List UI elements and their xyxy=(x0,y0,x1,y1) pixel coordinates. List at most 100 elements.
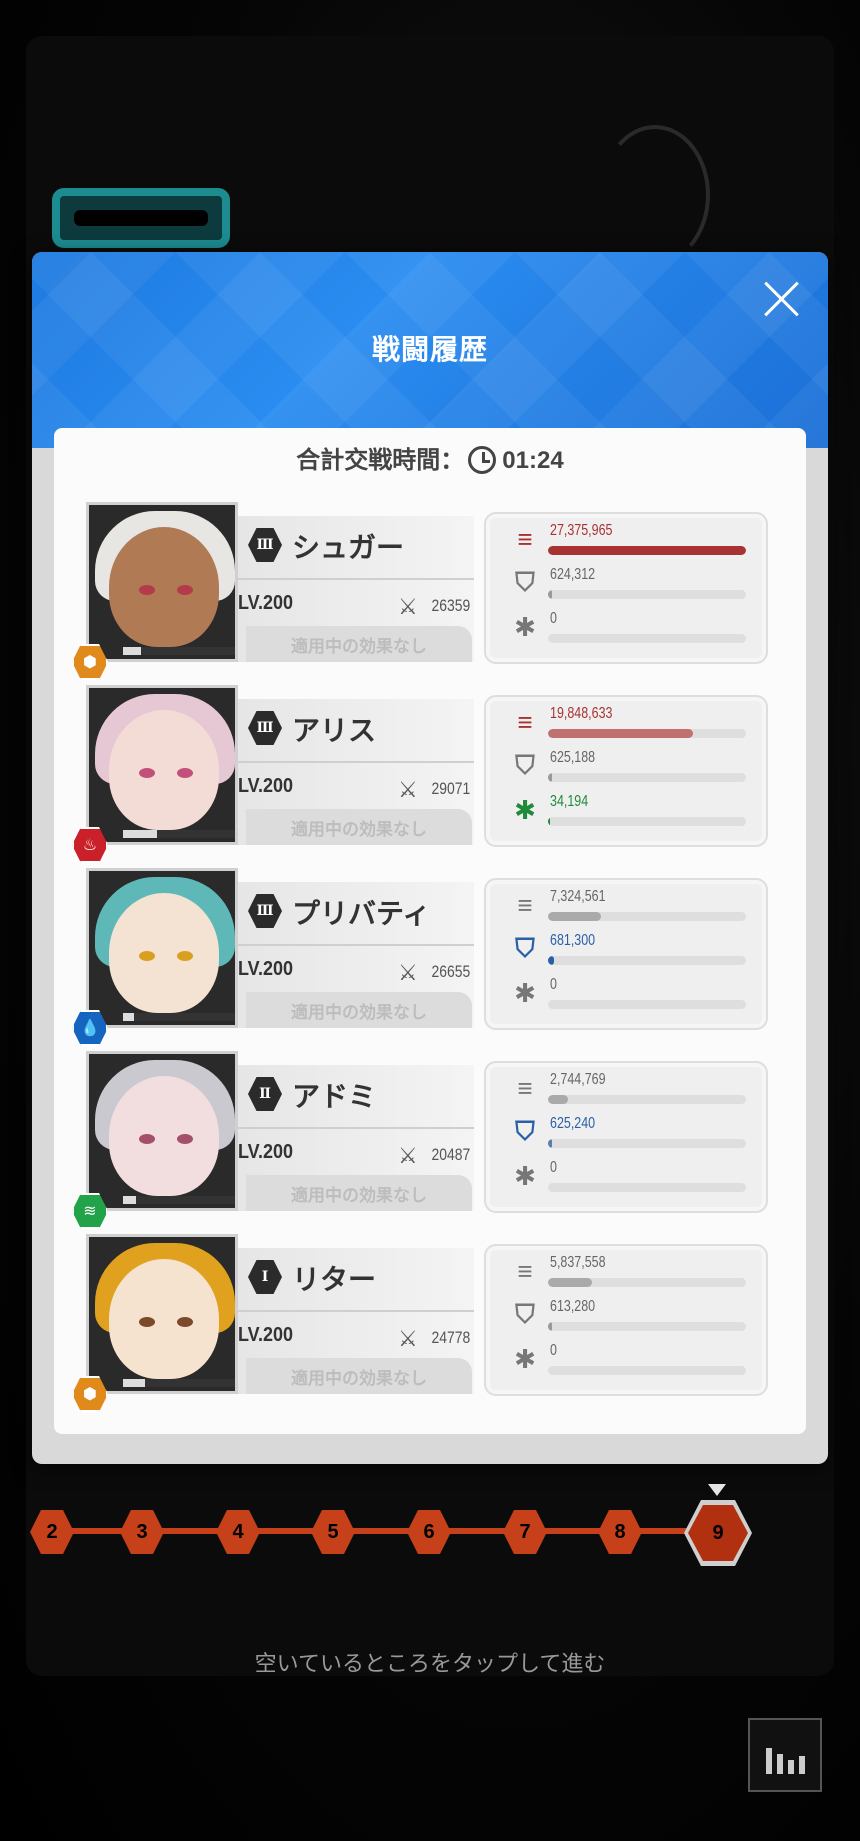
heal-asterisk-icon: ✱ xyxy=(514,1160,536,1191)
close-icon[interactable] xyxy=(760,278,802,320)
damage-value: 5,837,558 xyxy=(550,1254,606,1271)
character-info: Ⅱ アドミ LV.200 ⚔ 20487 適用中の効果なし xyxy=(238,1065,474,1211)
background-teal-tag xyxy=(52,188,230,248)
burst-badge: Ⅲ xyxy=(248,528,282,562)
tap-to-continue-hint: 空いているところをタップして進む xyxy=(254,1651,606,1676)
effect-status: 適用中の効果なし xyxy=(246,1175,472,1211)
character-row[interactable]: ⬢ Ⅰ リター LV.200 ⚔ 24778 適用中の効果なし ≡ 5,837,… xyxy=(72,1234,776,1412)
damage-bar xyxy=(548,912,746,921)
character-portrait xyxy=(86,1051,238,1211)
burst-badge: Ⅲ xyxy=(248,711,282,745)
heal-value: 34,194 xyxy=(550,793,589,810)
portrait-eye xyxy=(177,768,193,778)
portrait-face xyxy=(109,1076,219,1196)
portrait-eye xyxy=(177,951,193,961)
clock-icon xyxy=(468,446,497,474)
character-stats: ≡ 19,848,633 ⛉ 625,188 ✱ 34,194 xyxy=(484,695,768,847)
portrait-hp-bar xyxy=(123,830,235,838)
damage-taken-value: 625,188 xyxy=(550,749,596,766)
heal-asterisk-icon: ✱ xyxy=(514,611,536,642)
shield-icon: ⛉ xyxy=(515,933,535,963)
character-row[interactable]: 💧 Ⅲ プリバティ LV.200 ⚔ 26655 適用中の効果なし ≡ 7,32… xyxy=(72,868,776,1046)
character-stats: ≡ 2,744,769 ⛉ 625,240 ✱ 0 xyxy=(484,1061,768,1213)
heal-bar xyxy=(548,634,746,643)
portrait-hp-bar xyxy=(123,1013,235,1021)
portrait-face xyxy=(109,710,219,830)
bullets-icon: ≡ xyxy=(517,889,533,920)
character-name: リター xyxy=(292,1264,377,1295)
damage-taken-value: 613,280 xyxy=(550,1298,596,1315)
shield-icon: ⛉ xyxy=(515,750,535,780)
damage-dealt-stat: ≡ 19,848,633 xyxy=(510,705,760,745)
damage-bar xyxy=(548,1095,746,1104)
damage-value: 19,848,633 xyxy=(550,705,613,722)
character-row[interactable]: ⬢ Ⅲ シュガー LV.200 ⚔ 26359 適用中の効果なし ≡ 27,37… xyxy=(72,502,776,680)
divider xyxy=(238,1127,474,1129)
damage-bar xyxy=(548,729,746,738)
damage-taken-stat: ⛉ 625,188 xyxy=(510,749,760,789)
portrait-hp-bar xyxy=(123,1379,235,1387)
character-stats: ≡ 7,324,561 ⛉ 681,300 ✱ 0 xyxy=(484,878,768,1030)
portrait-eye xyxy=(139,1134,155,1144)
damage-taken-bar xyxy=(548,956,746,965)
heal-bar xyxy=(548,817,746,826)
character-level: LV.200 xyxy=(238,1141,294,1163)
total-time-value: 01:24 xyxy=(502,447,564,474)
damage-taken-bar xyxy=(548,1139,746,1148)
divider xyxy=(238,944,474,946)
character-level: LV.200 xyxy=(238,592,294,614)
portrait-eye xyxy=(139,768,155,778)
portrait-face xyxy=(109,1259,219,1379)
statistics-button[interactable] xyxy=(748,1718,822,1792)
heal-value: 0 xyxy=(550,976,557,993)
portrait-face xyxy=(109,893,219,1013)
damage-dealt-stat: ≡ 7,324,561 xyxy=(510,888,760,928)
damage-taken-stat: ⛉ 613,280 xyxy=(510,1298,760,1338)
damage-taken-value: 624,312 xyxy=(550,566,596,583)
character-portrait xyxy=(86,868,238,1028)
character-level: LV.200 xyxy=(238,958,294,980)
damage-dealt-stat: ≡ 5,837,558 xyxy=(510,1254,760,1294)
battle-history-dialog: 戦闘履歴 合計交戦時間： 01:24 ⬢ Ⅲ シュガー LV.200 ⚔ 2635 xyxy=(32,252,828,1464)
damage-taken-stat: ⛉ 681,300 xyxy=(510,932,760,972)
heal-asterisk-icon: ✱ xyxy=(514,1343,536,1374)
character-stats: ≡ 5,837,558 ⛉ 613,280 ✱ 0 xyxy=(484,1244,768,1396)
shield-icon: ⛉ xyxy=(515,1116,535,1146)
damage-taken-value: 625,240 xyxy=(550,1115,596,1132)
crossed-swords-icon: ⚔ xyxy=(398,1143,418,1168)
character-level: LV.200 xyxy=(238,1324,294,1346)
character-row[interactable]: ≋ Ⅱ アドミ LV.200 ⚔ 20487 適用中の効果なし ≡ 2,744,… xyxy=(72,1051,776,1229)
character-level: LV.200 xyxy=(238,775,294,797)
character-name: アリス xyxy=(292,715,377,746)
divider xyxy=(238,1310,474,1312)
combat-power: 29071 xyxy=(431,779,470,798)
damage-taken-bar xyxy=(548,1322,746,1331)
character-info: Ⅲ アリス LV.200 ⚔ 29071 適用中の効果なし xyxy=(238,699,474,845)
damage-bar xyxy=(548,1278,746,1287)
character-row[interactable]: ♨ Ⅲ アリス LV.200 ⚔ 29071 適用中の効果なし ≡ 19,848… xyxy=(72,685,776,863)
damage-taken-bar xyxy=(548,773,746,782)
bullets-icon: ≡ xyxy=(517,1072,533,1103)
character-stats: ≡ 27,375,965 ⛉ 624,312 ✱ 0 xyxy=(484,512,768,664)
crossed-swords-icon: ⚔ xyxy=(398,777,418,802)
crossed-swords-icon: ⚔ xyxy=(398,594,418,619)
portrait-face xyxy=(109,527,219,647)
current-stage-pointer-icon xyxy=(708,1484,726,1496)
heal-value: 0 xyxy=(550,1159,557,1176)
damage-dealt-stat: ≡ 27,375,965 xyxy=(510,522,760,562)
character-name: アドミ xyxy=(292,1081,377,1112)
crossed-swords-icon: ⚔ xyxy=(398,1326,418,1351)
heal-value: 0 xyxy=(550,1342,557,1359)
divider xyxy=(238,578,474,580)
character-portrait xyxy=(86,1234,238,1394)
effect-status: 適用中の効果なし xyxy=(246,809,472,845)
effect-status: 適用中の効果なし xyxy=(246,626,472,662)
bullets-icon: ≡ xyxy=(517,1255,533,1286)
character-portrait xyxy=(86,685,238,845)
crossed-swords-icon: ⚔ xyxy=(398,960,418,985)
background-character-silhouette xyxy=(600,125,710,265)
burst-badge: Ⅲ xyxy=(248,894,282,928)
portrait-eye xyxy=(177,1134,193,1144)
heal-bar xyxy=(548,1183,746,1192)
damage-taken-stat: ⛉ 624,312 xyxy=(510,566,760,606)
